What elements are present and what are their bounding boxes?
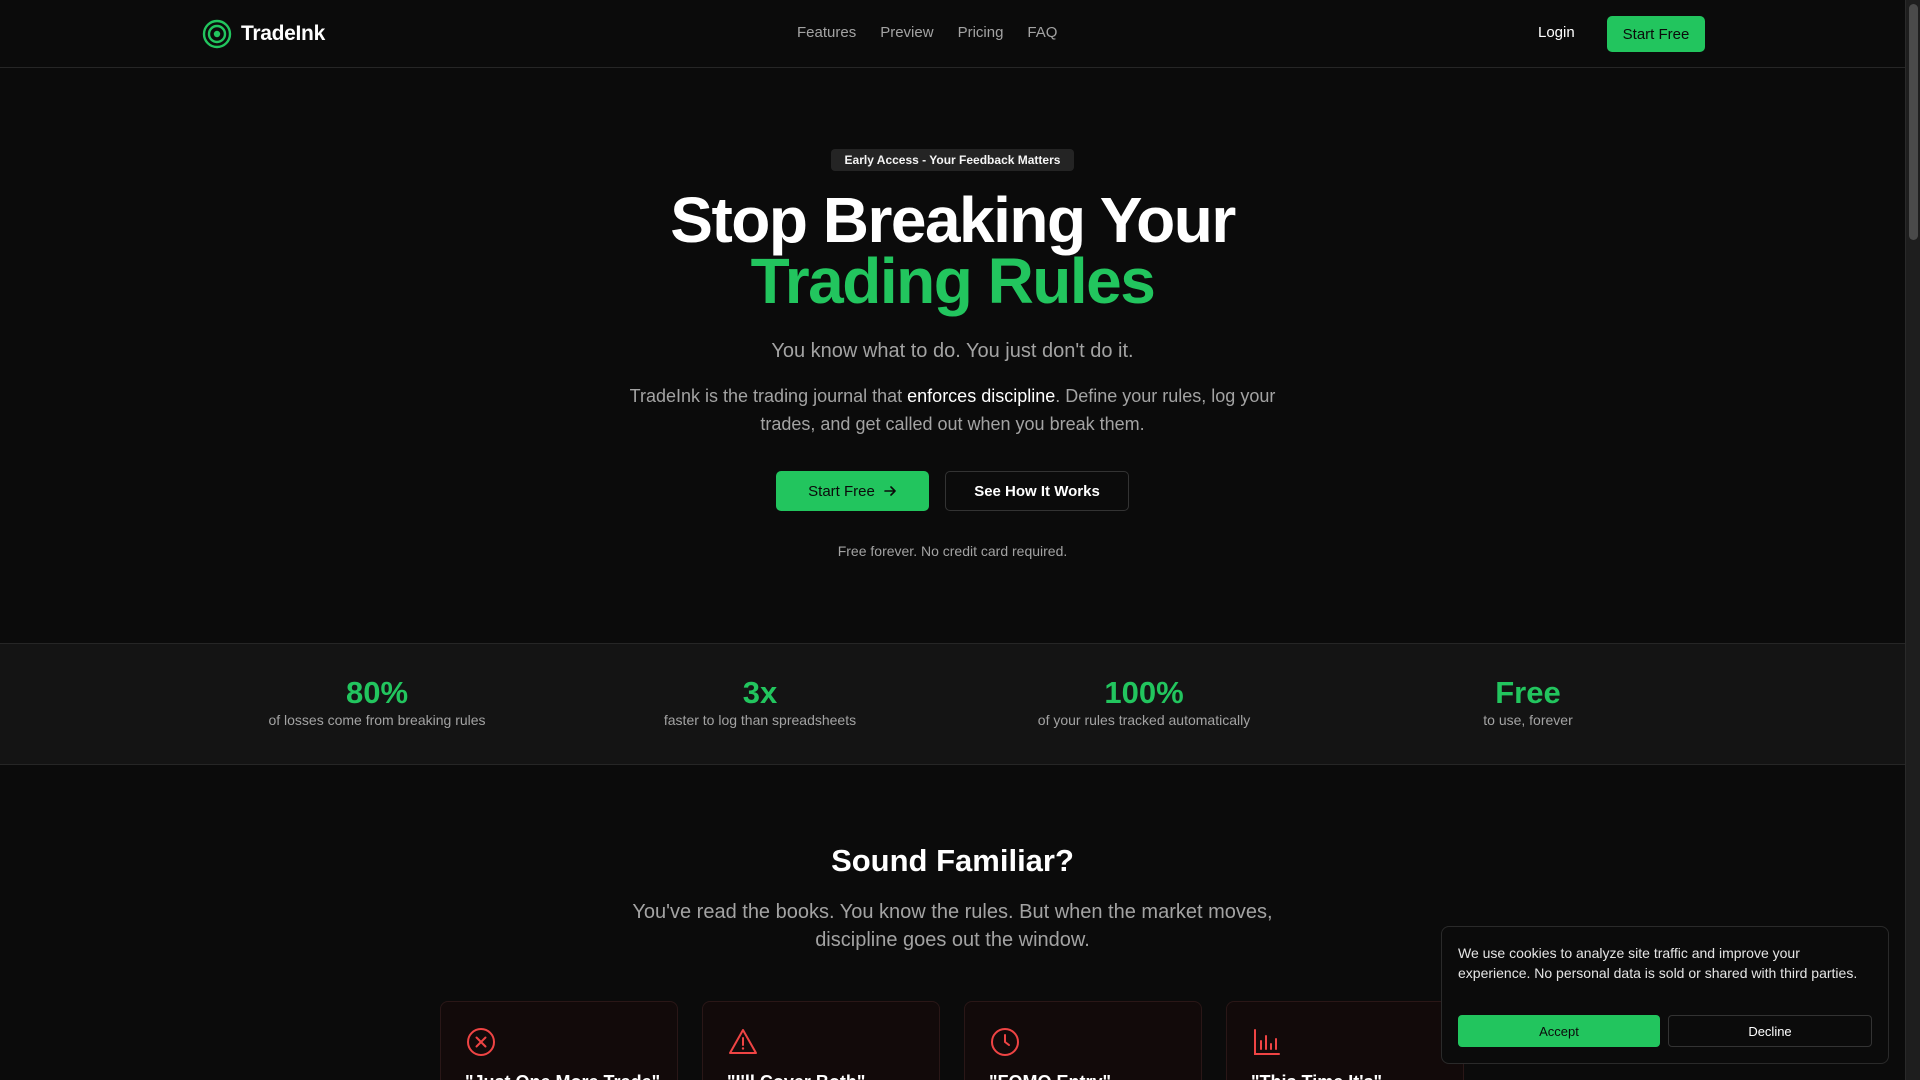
x-circle-icon	[467, 1028, 495, 1056]
brand-name: TradeInk	[241, 22, 325, 45]
hero-description: TradeInk is the trading journal that enf…	[620, 382, 1285, 438]
brand-logo[interactable]: TradeInk	[202, 19, 325, 49]
stat-value: 100%	[1104, 675, 1184, 710]
stat-item: 100% of your rules tracked automatically	[994, 675, 1294, 729]
pain-point-quote: "Just One More Trade"	[465, 1072, 660, 1080]
stat-value: Free	[1495, 675, 1561, 710]
stat-label: to use, forever	[1483, 712, 1573, 728]
hero-fine-print: Free forever. No credit card required.	[837, 543, 1068, 559]
pain-point-quote: "FOMO Entry"	[989, 1072, 1111, 1080]
nav-link-preview[interactable]: Preview	[880, 24, 933, 41]
sound-familiar-title: Sound Familiar?	[831, 843, 1074, 878]
stat-item: Free to use, forever	[1378, 675, 1678, 729]
see-how-it-works-button[interactable]: See How It Works	[945, 471, 1129, 511]
headline-line-2: Trading Rules	[750, 245, 1156, 317]
cookie-accept-button[interactable]: Accept	[1458, 1015, 1660, 1047]
pain-point-card: "This Time It's"	[1226, 1001, 1464, 1080]
desc-emphasis: enforces discipline	[907, 386, 1056, 406]
early-access-badge: Early Access - Your Feedback Matters	[831, 149, 1074, 171]
stats-strip: 80% of losses come from breaking rules 3…	[0, 643, 1905, 765]
stat-label: of losses come from breaking rules	[268, 712, 486, 728]
nav-link-faq[interactable]: FAQ	[1027, 24, 1057, 41]
target-logo-icon	[202, 19, 232, 49]
scrollbar-thumb[interactable]	[1909, 4, 1918, 240]
pain-point-quote: "This Time It's"	[1251, 1072, 1382, 1080]
bar-chart-icon	[1254, 1029, 1280, 1055]
hero-start-free-button[interactable]: Start Free	[776, 471, 929, 511]
cookie-consent-banner: We use cookies to analyze site traffic a…	[1441, 926, 1889, 1064]
sound-familiar-subtitle: You've read the books. You know the rule…	[632, 901, 1273, 951]
warning-triangle-icon	[729, 1029, 757, 1054]
pain-point-card: "FOMO Entry"	[964, 1001, 1202, 1080]
hero-tagline: You know what to do. You just don't do i…	[771, 340, 1134, 362]
stat-label: faster to log than spreadsheets	[663, 712, 857, 728]
pain-point-card: "I'll Cover Both"	[702, 1001, 940, 1080]
pain-point-quote: "I'll Cover Both"	[727, 1072, 865, 1080]
page-scrollbar[interactable]	[1905, 0, 1920, 1080]
nav-link-pricing[interactable]: Pricing	[958, 24, 1004, 41]
stat-value: 80%	[345, 675, 409, 710]
landing-page: TradeInk Features Preview Pricing FAQ Lo…	[0, 0, 1905, 1080]
stat-item: 3x faster to log than spreadsheets	[610, 675, 910, 729]
stat-item: 80% of losses come from breaking rules	[227, 675, 527, 729]
hero-headline: Stop Breaking Your Trading Rules	[0, 188, 1905, 317]
main-nav: Features Preview Pricing FAQ	[797, 24, 1057, 41]
desc-text-pre: TradeInk is the trading journal that	[629, 386, 908, 406]
login-link[interactable]: Login	[1538, 24, 1575, 41]
header-start-free-button[interactable]: Start Free	[1607, 16, 1705, 52]
stat-value: 3x	[742, 675, 778, 710]
cookie-notice-text: We use cookies to analyze site traffic a…	[1458, 945, 1858, 981]
pain-point-card: "Just One More Trade"	[440, 1001, 678, 1080]
top-navbar: TradeInk Features Preview Pricing FAQ Lo…	[0, 0, 1905, 68]
arrow-right-icon	[884, 486, 896, 496]
nav-link-features[interactable]: Features	[797, 24, 856, 41]
cookie-decline-button[interactable]: Decline	[1668, 1015, 1872, 1047]
clock-icon	[991, 1028, 1019, 1056]
stat-label: of your rules tracked automatically	[1037, 712, 1251, 728]
hero-start-free-label: Start Free	[808, 482, 875, 500]
